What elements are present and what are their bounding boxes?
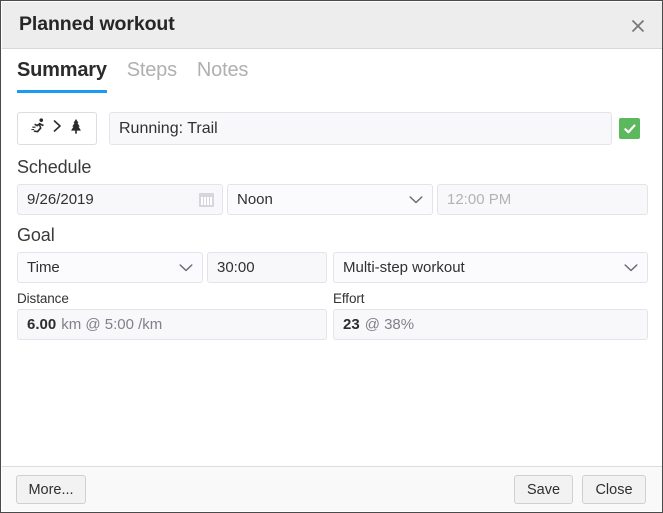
tab-notes[interactable]: Notes — [197, 59, 248, 93]
sport-name-input[interactable]: Running: Trail — [109, 112, 612, 145]
goal-section-label: Goal — [17, 225, 55, 245]
schedule-date-input[interactable]: 9/26/2019 — [17, 184, 223, 215]
schedule-time-input[interactable]: 12:00 PM — [437, 184, 648, 215]
chevron-right-icon — [52, 119, 63, 138]
chevron-down-icon — [409, 191, 423, 208]
schedule-section-label: Schedule — [17, 157, 92, 177]
dialog-footer: More... Save Close — [2, 466, 662, 511]
completed-checkbox[interactable] — [619, 118, 640, 139]
goal-type-value: Time — [27, 259, 60, 276]
more-button[interactable]: More... — [16, 475, 86, 504]
goal-value-input[interactable]: 30:00 — [207, 252, 327, 283]
effort-value: 23 — [343, 316, 360, 333]
goal-structure-select[interactable]: Multi-step workout — [333, 252, 648, 283]
effort-detail: @ 38% — [364, 316, 415, 333]
distance-detail: km @ 5:00 /km — [61, 316, 163, 333]
tree-icon — [67, 117, 85, 141]
distance-value: 6.00 — [27, 316, 57, 333]
calendar-icon[interactable] — [199, 192, 214, 207]
running-icon — [29, 117, 48, 141]
schedule-time-of-day-select[interactable]: Noon — [227, 184, 433, 215]
sport-type-selector[interactable] — [17, 112, 97, 145]
planned-workout-dialog: Planned workout Summary Steps Notes Runn… — [0, 0, 663, 513]
tab-steps[interactable]: Steps — [127, 59, 177, 93]
close-icon[interactable] — [623, 11, 653, 41]
title-bar: Planned workout — [2, 2, 662, 49]
tab-summary[interactable]: Summary — [17, 59, 107, 93]
distance-value-field[interactable]: 6.00 km @ 5:00 /km — [17, 309, 327, 340]
tab-bar: Summary Steps Notes — [1, 59, 662, 99]
effort-value-field[interactable]: 23 @ 38% — [333, 309, 648, 340]
save-button[interactable]: Save — [514, 475, 573, 504]
schedule-time-of-day-value: Noon — [237, 191, 273, 208]
chevron-down-icon — [624, 259, 638, 276]
distance-label: Distance — [17, 291, 69, 306]
chevron-down-icon — [179, 259, 193, 276]
effort-label: Effort — [333, 291, 365, 306]
close-button[interactable]: Close — [582, 475, 646, 504]
schedule-date-value: 9/26/2019 — [27, 191, 94, 208]
goal-structure-value: Multi-step workout — [343, 259, 465, 276]
goal-type-select[interactable]: Time — [17, 252, 203, 283]
page-title: Planned workout — [19, 13, 175, 35]
